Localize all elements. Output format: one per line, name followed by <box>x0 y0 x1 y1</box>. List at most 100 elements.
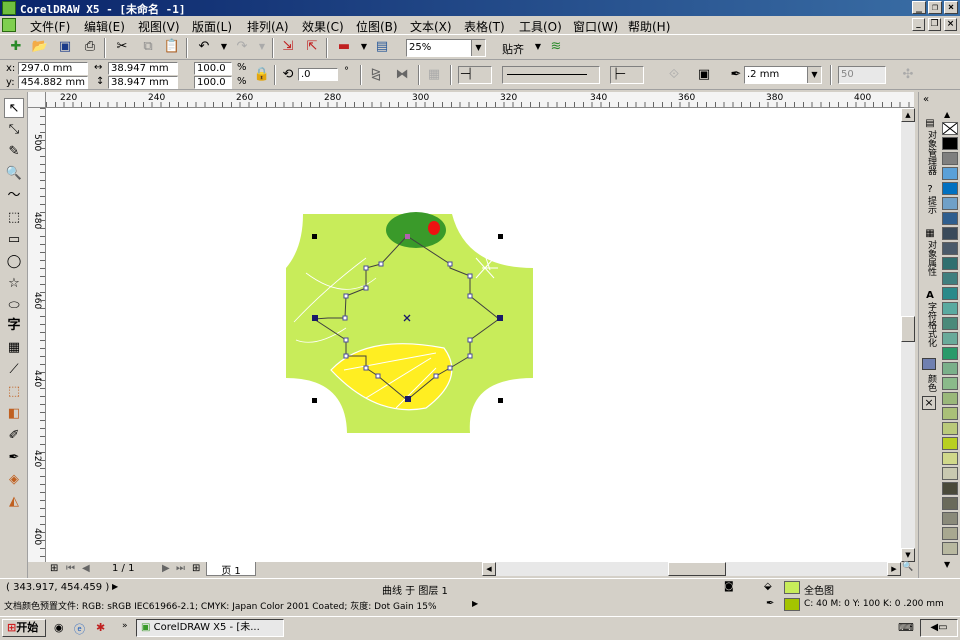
shape-tool-icon[interactable]: ⤡ <box>4 120 24 140</box>
vertical-scrollbar[interactable]: ▲ ▼ <box>901 108 915 562</box>
export-icon[interactable]: ⇱ <box>302 37 322 57</box>
color-proof-icon[interactable]: ◙ <box>724 581 734 592</box>
taskbar-coreldraw-button[interactable]: ▣ CorelDRAW X5 - [未... <box>136 619 284 637</box>
horizontal-ruler[interactable]: 220 240 260 280 300 320 340 360 380 400 <box>46 92 914 108</box>
chevron-down-icon[interactable]: ▼ <box>471 40 485 56</box>
docker-tab-character-formatting[interactable]: 字符格式化 <box>925 302 938 347</box>
pick-tool-icon[interactable]: ↖ <box>4 98 24 118</box>
menu-layout[interactable]: 版面(L) <box>192 18 232 35</box>
outline-width-icon[interactable]: ▣ <box>694 65 714 85</box>
quicklaunch-icon[interactable]: ✱ <box>96 621 105 634</box>
keyboard-tray-icon[interactable]: ⌨ <box>898 621 914 634</box>
horizontal-scroll-thumb[interactable] <box>668 562 726 576</box>
polygon-tool-icon[interactable]: ☆ <box>4 274 24 294</box>
snap-dropdown-icon[interactable]: ▼ <box>528 37 548 57</box>
fill-tool-icon[interactable]: ◈ <box>4 470 24 490</box>
ie-icon[interactable]: ⓔ <box>74 621 85 637</box>
menu-edit[interactable]: 编辑(E) <box>84 18 125 35</box>
snap-options-icon[interactable]: ✣ <box>898 65 918 85</box>
paste-icon[interactable]: 📋 <box>162 37 182 57</box>
close-docker-icon[interactable]: × <box>922 396 936 410</box>
palette-swatch[interactable] <box>942 422 958 435</box>
browser-icon[interactable]: ◉ <box>54 621 64 634</box>
palette-scroll-down-icon[interactable]: ▼ <box>944 560 950 569</box>
docker-tab-object-properties[interactable]: 对象属性 <box>925 240 938 276</box>
palette-scroll-up-icon[interactable]: ▲ <box>944 110 950 119</box>
palette-swatch[interactable] <box>942 287 958 300</box>
palette-swatch[interactable] <box>942 392 958 405</box>
new-icon[interactable]: ✚ <box>6 37 26 57</box>
cut-icon[interactable]: ✂ <box>112 37 132 57</box>
fill-color-swatch[interactable] <box>784 581 800 594</box>
palette-swatch[interactable] <box>942 362 958 375</box>
quicklaunch-more-icon[interactable]: » <box>122 621 128 631</box>
snap-to-label[interactable]: 贴齐 <box>502 41 524 57</box>
docker-tab-hints[interactable]: 提示 <box>925 196 938 214</box>
menu-text[interactable]: 文本(X) <box>410 18 452 35</box>
docker-tab-color[interactable]: 颜色 <box>925 374 938 392</box>
palette-swatch[interactable] <box>942 452 958 465</box>
horizontal-scrollbar[interactable]: ◀ ▶ <box>482 562 901 576</box>
page-tab-1[interactable]: 页 1 <box>206 562 256 577</box>
prev-page-icon[interactable]: ◀ <box>82 563 90 574</box>
docker-tab-object-manager[interactable]: 对象管理器 <box>925 130 938 175</box>
undo-dropdown-icon[interactable]: ▼ <box>214 37 234 57</box>
redo-icon[interactable]: ↷ <box>232 37 252 57</box>
menu-file[interactable]: 文件(F) <box>30 18 70 35</box>
vertical-ruler[interactable]: 500 480 460 440 420 400 <box>28 108 46 562</box>
connector-tool-icon[interactable]: ⬚ <box>4 382 24 402</box>
width-field[interactable]: 38.947 mm <box>108 62 178 75</box>
palette-swatch[interactable] <box>942 197 958 210</box>
coords-play-icon[interactable]: ▶ <box>112 582 118 591</box>
text-tool-icon[interactable]: 字 <box>4 316 24 336</box>
height-field[interactable]: 38.947 mm <box>108 76 178 89</box>
no-color-swatch[interactable] <box>942 122 958 135</box>
y-position-field[interactable]: 454.882 mm <box>18 76 88 89</box>
launcher-dropdown-icon[interactable]: ▼ <box>354 37 374 57</box>
palette-swatch[interactable] <box>942 152 958 165</box>
welcome-screen-icon[interactable]: ▤ <box>372 37 392 57</box>
next-page-icon[interactable]: ▶ <box>162 563 170 574</box>
close-button[interactable]: × <box>944 1 958 14</box>
menu-tools[interactable]: 工具(O) <box>519 18 562 35</box>
scale-y-field[interactable]: 100.0 <box>194 76 232 89</box>
palette-swatch[interactable] <box>942 437 958 450</box>
outline-width-combo[interactable]: .2 mm ▼ <box>744 66 822 84</box>
drawing-canvas[interactable] <box>46 108 901 562</box>
first-page-icon[interactable]: ⏮ <box>66 563 75 574</box>
menu-bitmaps[interactable]: 位图(B) <box>356 18 398 35</box>
minimize-button[interactable]: _ <box>912 1 926 14</box>
palette-swatch[interactable] <box>942 317 958 330</box>
convert-to-curves-icon[interactable]: ▦ <box>424 65 444 85</box>
basic-shapes-tool-icon[interactable]: ⬭ <box>4 296 24 316</box>
dimension-tool-icon[interactable]: ⟋ <box>4 360 24 380</box>
docker-collapse-icon[interactable]: « <box>923 94 929 105</box>
scroll-left-button[interactable]: ◀ <box>482 562 496 576</box>
palette-swatch[interactable] <box>942 242 958 255</box>
save-icon[interactable]: ▣ <box>55 37 75 57</box>
ruler-origin[interactable] <box>28 92 46 108</box>
print-icon[interactable]: ⎙ <box>80 37 100 57</box>
open-icon[interactable]: 📂 <box>30 37 50 57</box>
end-arrowhead-select[interactable]: ├─ <box>610 66 644 84</box>
outline-color-swatch[interactable] <box>784 598 800 611</box>
palette-swatch[interactable] <box>942 407 958 420</box>
scale-x-field[interactable]: 100.0 <box>194 62 232 75</box>
palette-swatch[interactable] <box>942 377 958 390</box>
vertical-scroll-thumb[interactable] <box>901 316 915 342</box>
start-arrowhead-select[interactable]: ─┤ <box>458 66 492 84</box>
outline-tool-icon[interactable]: ✒ <box>4 448 24 468</box>
eyedropper-tool-icon[interactable]: ✐ <box>4 426 24 446</box>
rectangle-tool-icon[interactable]: ▭ <box>4 230 24 250</box>
crop-tool-icon[interactable]: ✎ <box>4 142 24 162</box>
palette-swatch[interactable] <box>942 512 958 525</box>
start-button[interactable]: ⊞开始 <box>2 619 46 637</box>
scroll-right-button[interactable]: ▶ <box>887 562 901 576</box>
palette-swatch[interactable] <box>942 497 958 510</box>
doc-close-button[interactable]: × <box>944 18 957 31</box>
curve-smoothing-field[interactable]: 50 <box>838 66 886 84</box>
menu-help[interactable]: 帮助(H) <box>628 18 670 35</box>
menu-table[interactable]: 表格(T) <box>464 18 505 35</box>
x-position-field[interactable]: 297.0 mm <box>18 62 88 75</box>
drawing-svg[interactable] <box>46 108 901 562</box>
